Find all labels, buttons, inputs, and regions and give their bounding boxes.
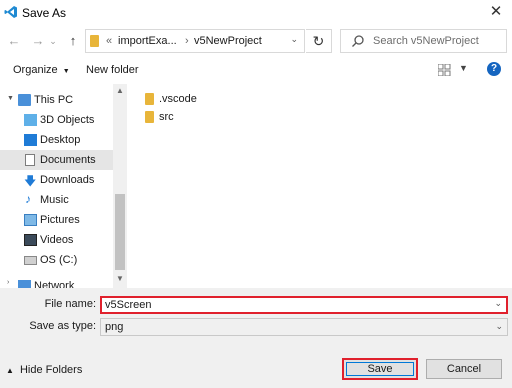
address-dropdown-icon[interactable]: ⌄ bbox=[290, 34, 298, 45]
save-type-value: png bbox=[105, 321, 124, 333]
hide-folders-button[interactable]: ▲ Hide Folders bbox=[6, 364, 82, 376]
sidebar-item-videos[interactable]: Videos bbox=[0, 230, 113, 250]
chevron-up-icon: ▲ bbox=[6, 366, 14, 375]
file-name-label: File name: bbox=[44, 298, 96, 310]
file-name-field[interactable]: v5Screen ⌄ bbox=[100, 296, 508, 314]
expand-arrow-icon[interactable]: › bbox=[7, 279, 9, 286]
picture-icon bbox=[24, 214, 37, 226]
save-type-label: Save as type: bbox=[29, 320, 96, 332]
scroll-up-icon[interactable]: ▲ bbox=[115, 86, 125, 95]
cube-icon bbox=[24, 114, 37, 126]
file-list: .vscode src bbox=[137, 84, 512, 288]
expand-arrow-icon[interactable]: ▼ bbox=[7, 95, 14, 102]
sidebar-item-3d-objects[interactable]: 3D Objects bbox=[0, 110, 113, 130]
drive-icon bbox=[24, 256, 37, 265]
save-label: Save bbox=[367, 363, 393, 375]
search-placeholder: Search v5NewProject bbox=[373, 35, 479, 47]
document-icon bbox=[25, 154, 35, 166]
sidebar-item-desktop[interactable]: Desktop bbox=[0, 130, 113, 150]
file-name-value: v5Screen bbox=[105, 299, 152, 311]
command-bar: Organize ▼ New folder ▼ ? bbox=[0, 56, 512, 84]
hide-folders-label: Hide Folders bbox=[19, 364, 83, 376]
navigation-pane: ▼ This PC 3D Objects Desktop Documents 🡇… bbox=[0, 84, 127, 288]
view-options-caret-icon[interactable]: ▼ bbox=[459, 63, 468, 73]
vscode-icon bbox=[4, 6, 17, 18]
breadcrumb-importexa[interactable]: importExa... bbox=[118, 35, 177, 47]
window-title: Save As bbox=[22, 6, 67, 20]
sidebar-item-network[interactable]: › Network bbox=[0, 276, 113, 288]
refresh-icon: ↻ bbox=[312, 33, 325, 49]
network-icon bbox=[18, 280, 31, 288]
desktop-icon bbox=[24, 134, 37, 146]
sidebar-item-this-pc[interactable]: ▼ This PC bbox=[0, 90, 113, 110]
up-arrow-icon[interactable]: ↑ bbox=[65, 33, 81, 49]
refresh-button[interactable]: ↻ bbox=[306, 29, 332, 53]
folder-icon bbox=[145, 111, 154, 123]
sidebar-item-documents[interactable]: Documents bbox=[0, 150, 113, 170]
save-form: File name: v5Screen ⌄ Save as type: png … bbox=[0, 288, 512, 388]
organize-caret-icon: ▼ bbox=[62, 68, 70, 75]
organize-label: Organize bbox=[13, 64, 58, 76]
breadcrumb-overflow[interactable]: « bbox=[106, 35, 112, 47]
sidebar-item-music[interactable]: ♪ Music bbox=[0, 190, 113, 210]
list-item[interactable]: src bbox=[145, 108, 265, 126]
navigation-pane-scrollbar[interactable]: ▲ ▼ bbox=[113, 84, 127, 288]
navigation-bar: ← → ⌄ ↑ « importExa... › v5NewProject ⌄ … bbox=[0, 26, 512, 56]
view-options-icon[interactable] bbox=[438, 64, 452, 76]
download-icon: 🡇 bbox=[24, 174, 37, 188]
breadcrumb-v5newproject[interactable]: v5NewProject bbox=[194, 35, 262, 47]
recent-locations-caret-icon[interactable]: ⌄ bbox=[48, 33, 58, 49]
organize-menu[interactable]: Organize ▼ bbox=[13, 64, 70, 76]
search-input[interactable]: Search v5NewProject bbox=[340, 29, 507, 53]
folder-icon bbox=[145, 93, 154, 105]
chevron-down-icon[interactable]: ⌄ bbox=[494, 298, 502, 309]
scrollbar-thumb[interactable] bbox=[115, 194, 125, 270]
title-bar: Save As ✕ bbox=[0, 0, 512, 26]
forward-arrow-icon[interactable]: → bbox=[30, 33, 46, 49]
new-folder-button[interactable]: New folder bbox=[86, 64, 139, 76]
folder-icon bbox=[90, 35, 99, 47]
save-button[interactable]: Save bbox=[342, 358, 418, 380]
music-icon: ♪ bbox=[25, 192, 31, 206]
chevron-down-icon[interactable]: ⌄ bbox=[495, 321, 503, 332]
cancel-button[interactable]: Cancel bbox=[426, 359, 502, 379]
sidebar-item-os-c[interactable]: OS (C:) bbox=[0, 250, 113, 270]
help-icon[interactable]: ? bbox=[487, 62, 501, 76]
back-arrow-icon[interactable]: ← bbox=[6, 33, 22, 49]
address-bar[interactable]: « importExa... › v5NewProject ⌄ bbox=[85, 29, 305, 53]
sidebar-item-downloads[interactable]: 🡇 Downloads bbox=[0, 170, 113, 190]
video-icon bbox=[24, 234, 37, 246]
save-type-select[interactable]: png ⌄ bbox=[100, 318, 508, 336]
list-item[interactable]: .vscode bbox=[145, 90, 265, 108]
breadcrumb-separator: › bbox=[185, 35, 189, 47]
computer-icon bbox=[18, 94, 31, 106]
sidebar-item-pictures[interactable]: Pictures bbox=[0, 210, 113, 230]
scroll-down-icon[interactable]: ▼ bbox=[115, 274, 125, 283]
close-button[interactable]: ✕ bbox=[486, 2, 506, 22]
search-icon bbox=[352, 35, 364, 47]
